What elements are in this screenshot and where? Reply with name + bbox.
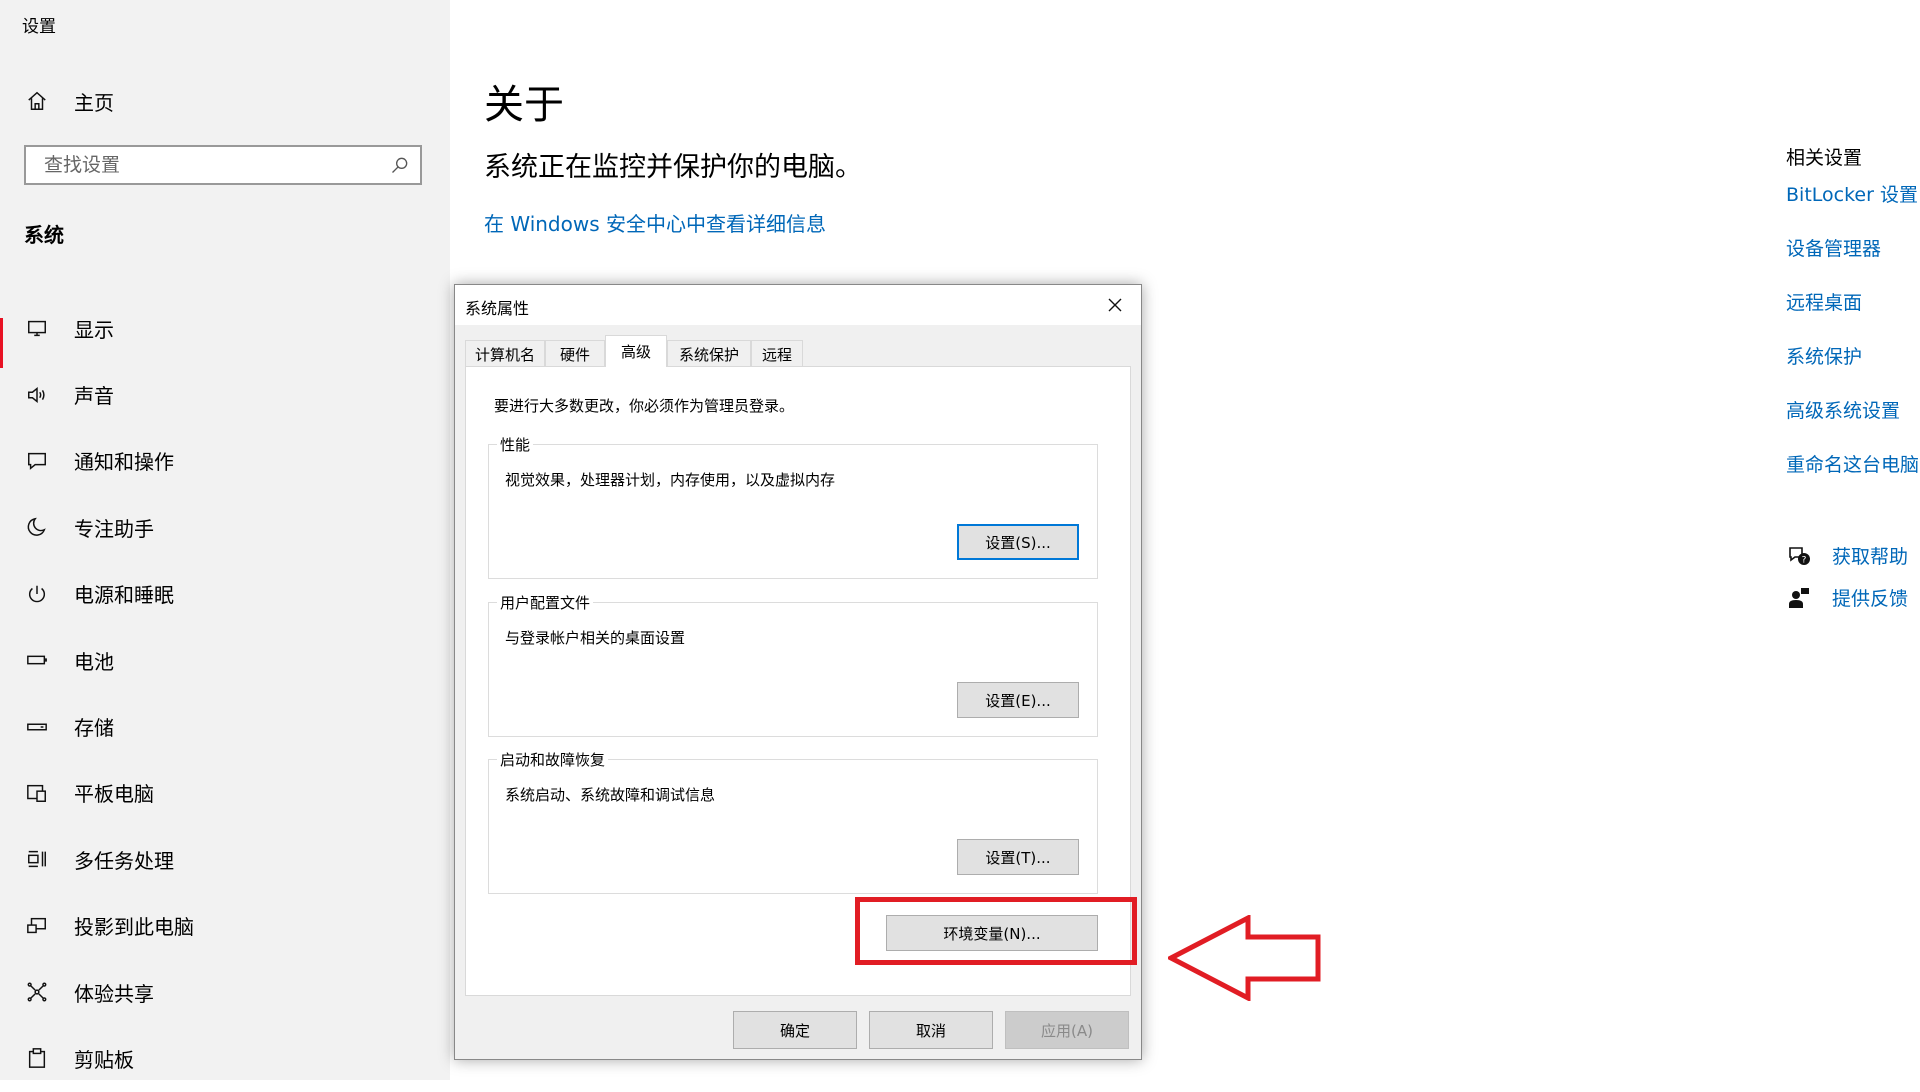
- project-icon: [22, 911, 52, 941]
- feedback-icon: [1786, 585, 1812, 611]
- sidebar-item-label: 多任务处理: [74, 848, 174, 873]
- group-legend: 用户配置文件: [497, 592, 594, 613]
- sidebar-item-label: 存储: [74, 716, 114, 741]
- sidebar-item-storage[interactable]: 存储: [22, 693, 442, 759]
- chat-help-icon: ?: [1786, 543, 1812, 569]
- sidebar-item-label: 体验共享: [74, 981, 154, 1006]
- dialog-titlebar[interactable]: 系统属性: [455, 285, 1141, 325]
- battery-icon: [22, 645, 52, 675]
- apply-button[interactable]: 应用(A): [1005, 1011, 1129, 1049]
- sidebar-item-sound[interactable]: 声音: [22, 361, 442, 427]
- tab-advanced[interactable]: 高级: [605, 335, 667, 367]
- svg-text:?: ?: [1802, 555, 1807, 565]
- ok-button[interactable]: 确定: [733, 1011, 857, 1049]
- monitor-icon: [22, 313, 52, 343]
- moon-icon: [22, 512, 52, 542]
- sidebar-item-label: 主页: [74, 90, 114, 115]
- performance-settings-button[interactable]: 设置(S)...: [957, 524, 1079, 560]
- sidebar-item-label: 平板电脑: [74, 782, 154, 807]
- power-icon: [22, 579, 52, 609]
- sidebar-item-shared-experiences[interactable]: 体验共享: [22, 959, 442, 1025]
- app-title: 设置: [22, 17, 56, 37]
- speaker-icon: [22, 380, 52, 410]
- cancel-button[interactable]: 取消: [869, 1011, 993, 1049]
- sidebar-item-label: 专注助手: [74, 516, 154, 541]
- search-input[interactable]: [42, 153, 376, 177]
- sidebar-item-multitasking[interactable]: 多任务处理: [22, 826, 442, 892]
- search-box[interactable]: [24, 145, 422, 185]
- sidebar-item-project[interactable]: 投影到此电脑: [22, 893, 442, 959]
- group-description: 与登录帐户相关的桌面设置: [505, 629, 686, 647]
- home-icon: [22, 86, 52, 116]
- group-description: 视觉效果，处理器计划，内存使用，以及虚拟内存: [505, 471, 836, 489]
- advanced-system-settings-link[interactable]: 高级系统设置: [1786, 396, 1900, 423]
- sidebar-item-home[interactable]: 主页: [22, 86, 114, 116]
- get-help-label: 获取帮助: [1832, 546, 1909, 568]
- performance-group: 性能 视觉效果，处理器计划，内存使用，以及虚拟内存 设置(S)...: [488, 434, 1098, 579]
- sidebar: 设置 主页 系统 显示 声音 通知和操作 专注助手: [0, 0, 450, 1080]
- multitask-icon: [22, 844, 52, 874]
- close-button[interactable]: [1099, 289, 1131, 321]
- protection-status-text: 系统正在监控并保护你的电脑。: [484, 152, 862, 183]
- related-settings-title: 相关设置: [1786, 147, 1863, 169]
- sidebar-item-label: 剪贴板: [74, 1047, 134, 1072]
- get-help-link[interactable]: ? 获取帮助: [1786, 542, 1908, 569]
- sidebar-item-label: 声音: [74, 384, 114, 409]
- rename-pc-link[interactable]: 重命名这台电脑: [1786, 450, 1919, 477]
- sidebar-item-label: 电源和睡眠: [74, 583, 174, 608]
- system-protection-link[interactable]: 系统保护: [1786, 342, 1862, 369]
- sidebar-item-power-sleep[interactable]: 电源和睡眠: [22, 561, 442, 627]
- tab-remote[interactable]: 远程: [751, 340, 803, 367]
- remote-desktop-link[interactable]: 远程桌面: [1786, 288, 1862, 315]
- related-settings: 相关设置 BitLocker 设置 设备管理器 远程桌面 系统保护 高级系统设置…: [1786, 0, 1920, 1080]
- startup-recovery-settings-button[interactable]: 设置(T)...: [957, 839, 1079, 875]
- sidebar-item-battery[interactable]: 电池: [22, 627, 442, 693]
- group-legend: 性能: [497, 434, 534, 455]
- share-icon: [22, 977, 52, 1007]
- highlight-box: [855, 897, 1137, 965]
- group-description: 系统启动、系统故障和调试信息: [505, 786, 716, 804]
- dialog-title: 系统属性: [465, 299, 530, 318]
- feedback-link[interactable]: 提供反馈: [1786, 584, 1908, 611]
- notification-icon: [22, 446, 52, 476]
- user-profiles-group: 用户配置文件 与登录帐户相关的桌面设置 设置(E)...: [488, 592, 1098, 737]
- feedback-label: 提供反馈: [1832, 588, 1909, 610]
- tab-system-protection[interactable]: 系统保护: [667, 340, 751, 367]
- selection-marker: [0, 318, 3, 368]
- sidebar-item-focus-assist[interactable]: 专注助手: [22, 494, 442, 560]
- nav-list: 显示 声音 通知和操作 专注助手 电源和睡眠 电池 存储 平板电脑 多任务处理 …: [22, 295, 442, 1092]
- tablet-icon: [22, 778, 52, 808]
- sidebar-item-label: 投影到此电脑: [74, 915, 194, 940]
- close-icon: [1108, 298, 1122, 312]
- sidebar-item-tablet[interactable]: 平板电脑: [22, 760, 442, 826]
- security-center-link[interactable]: 在 Windows 安全中心中查看详细信息: [484, 208, 826, 237]
- sidebar-item-label: 显示: [74, 317, 114, 342]
- section-title: 系统: [24, 223, 64, 247]
- sidebar-item-label: 通知和操作: [74, 450, 174, 475]
- sidebar-item-display[interactable]: 显示: [22, 295, 442, 361]
- tab-computer-name[interactable]: 计算机名: [465, 340, 545, 367]
- sidebar-item-label: 电池: [74, 649, 114, 674]
- left-arrow-annotation: [1168, 915, 1321, 1001]
- group-legend: 启动和故障恢复: [497, 749, 609, 770]
- user-profiles-settings-button[interactable]: 设置(E)...: [957, 682, 1079, 718]
- startup-recovery-group: 启动和故障恢复 系统启动、系统故障和调试信息 设置(T)...: [488, 749, 1098, 894]
- storage-icon: [22, 712, 52, 742]
- bitlocker-settings-link[interactable]: BitLocker 设置: [1786, 180, 1918, 207]
- search-icon[interactable]: [390, 155, 410, 175]
- admin-note: 要进行大多数更改，你必须作为管理员登录。: [494, 397, 795, 415]
- clipboard-icon: [22, 1043, 52, 1073]
- page-title: 关于: [484, 82, 564, 128]
- sidebar-item-notifications[interactable]: 通知和操作: [22, 428, 442, 494]
- device-manager-link[interactable]: 设备管理器: [1786, 234, 1881, 261]
- sidebar-item-clipboard[interactable]: 剪贴板: [22, 1025, 442, 1091]
- dialog-tabs: 计算机名 硬件 高级 系统保护 远程: [465, 335, 803, 367]
- tab-hardware[interactable]: 硬件: [545, 340, 605, 367]
